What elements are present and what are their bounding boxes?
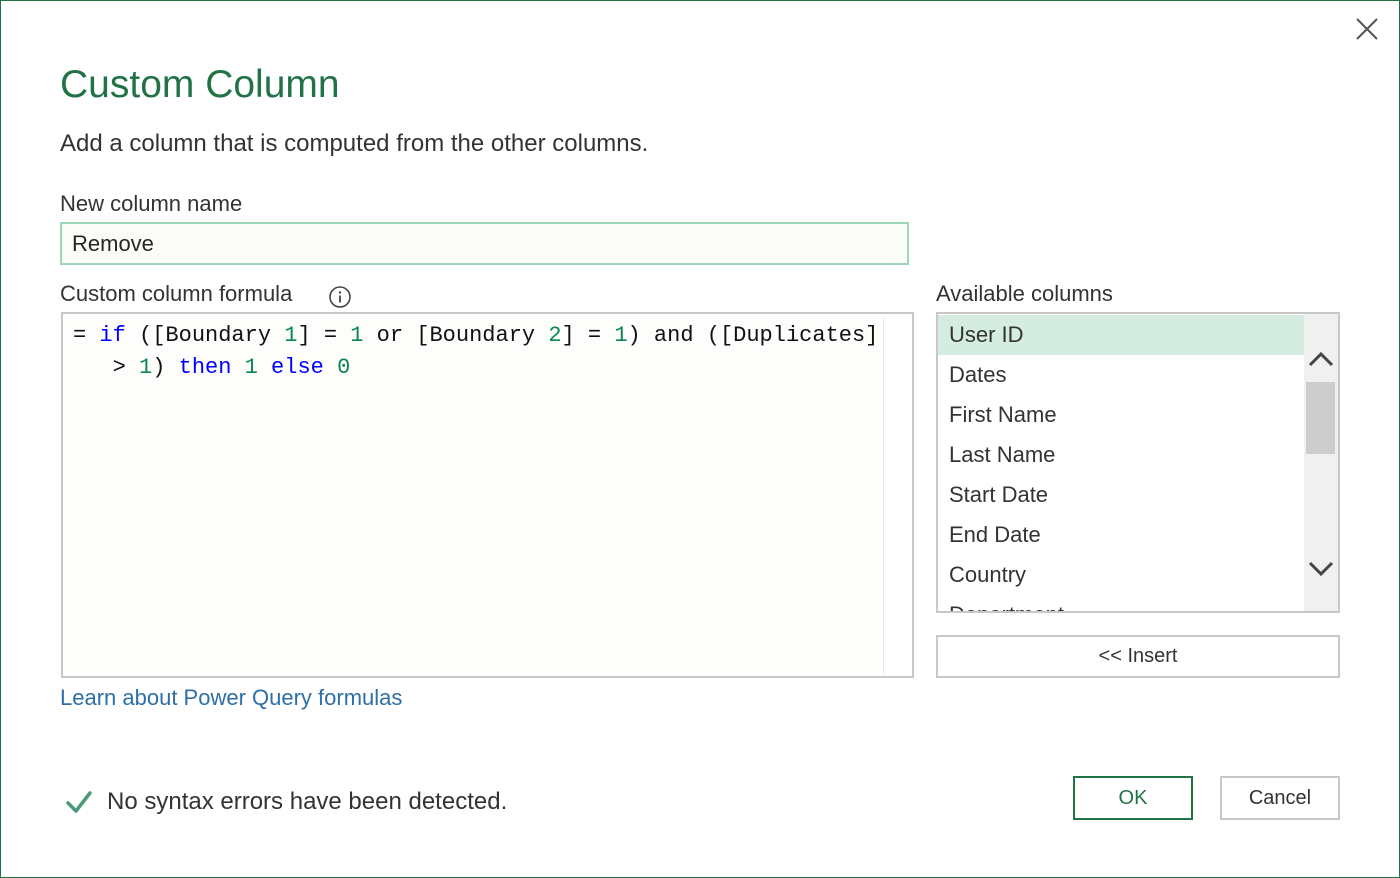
- formula-keyword-if: if: [99, 323, 126, 348]
- formula-label: Custom column formula: [60, 281, 293, 306]
- dialog-subtitle: Add a column that is computed from the o…: [60, 130, 649, 157]
- formula-token: ] =: [561, 323, 615, 348]
- available-columns-label: Available columns: [936, 281, 1113, 306]
- cancel-button[interactable]: Cancel: [1220, 776, 1340, 820]
- formula-token: [258, 355, 271, 380]
- available-columns-list[interactable]: User ID Dates First Name Last Name Start…: [936, 312, 1340, 613]
- formula-keyword-else: else: [271, 355, 324, 380]
- close-icon: [1356, 18, 1378, 40]
- formula-number: 1: [244, 355, 258, 380]
- formula-number: 0: [337, 355, 351, 380]
- editor-scrollbar[interactable]: [883, 318, 912, 674]
- formula-token: [324, 355, 337, 380]
- list-item-last-name[interactable]: Last Name: [938, 435, 1304, 475]
- formula-token: =: [73, 323, 100, 348]
- formula-number: 2: [548, 323, 562, 348]
- formula-editor[interactable]: = if ([Boundary 1] = 1 or [Boundary 2] =…: [61, 312, 914, 678]
- formula-token: ] =: [297, 323, 351, 348]
- chevron-up-icon: [1308, 351, 1334, 367]
- formula-keyword-then: then: [178, 355, 232, 380]
- chevron-down-icon: [1308, 561, 1334, 577]
- list-item-start-date[interactable]: Start Date: [938, 475, 1304, 515]
- close-button[interactable]: [1347, 9, 1387, 49]
- formula-code[interactable]: = if ([Boundary 1] = 1 or [Boundary 2] =…: [73, 320, 885, 384]
- formula-number: 1: [284, 323, 298, 348]
- list-item-end-date[interactable]: End Date: [938, 515, 1304, 555]
- scroll-thumb[interactable]: [1306, 382, 1335, 454]
- formula-number: 1: [614, 323, 628, 348]
- checkmark-icon: [66, 791, 92, 813]
- formula-token: [231, 355, 244, 380]
- custom-column-dialog: Custom Column Add a column that is compu…: [0, 0, 1400, 878]
- scroll-down-button[interactable]: [1304, 552, 1338, 586]
- list-item-first-name[interactable]: First Name: [938, 395, 1304, 435]
- list-item-user-id[interactable]: User ID: [938, 315, 1304, 355]
- syntax-status: No syntax errors have been detected.: [65, 786, 507, 818]
- list-item-dates[interactable]: Dates: [938, 355, 1304, 395]
- ok-button[interactable]: OK: [1073, 776, 1193, 820]
- status-text: No syntax errors have been detected.: [107, 788, 508, 815]
- list-item-department[interactable]: Department: [938, 595, 1304, 611]
- list-item-country[interactable]: Country: [938, 555, 1304, 595]
- formula-token: ) and ([Duplicates]: [627, 323, 879, 348]
- list-scrollbar[interactable]: [1304, 314, 1338, 611]
- learn-formulas-link[interactable]: Learn about Power Query formulas: [60, 684, 402, 712]
- formula-token: ): [152, 355, 179, 380]
- scroll-up-button[interactable]: [1304, 342, 1338, 376]
- formula-number: 1: [350, 323, 364, 348]
- formula-token: >: [73, 355, 140, 380]
- info-icon[interactable]: [328, 285, 352, 309]
- column-name-label: New column name: [60, 191, 243, 216]
- formula-token: ([Boundary: [125, 323, 285, 348]
- insert-button[interactable]: << Insert: [936, 635, 1340, 678]
- dialog-title: Custom Column: [60, 63, 340, 106]
- column-name-input[interactable]: [60, 222, 909, 265]
- formula-number: 1: [139, 355, 153, 380]
- formula-token: or [Boundary: [363, 323, 549, 348]
